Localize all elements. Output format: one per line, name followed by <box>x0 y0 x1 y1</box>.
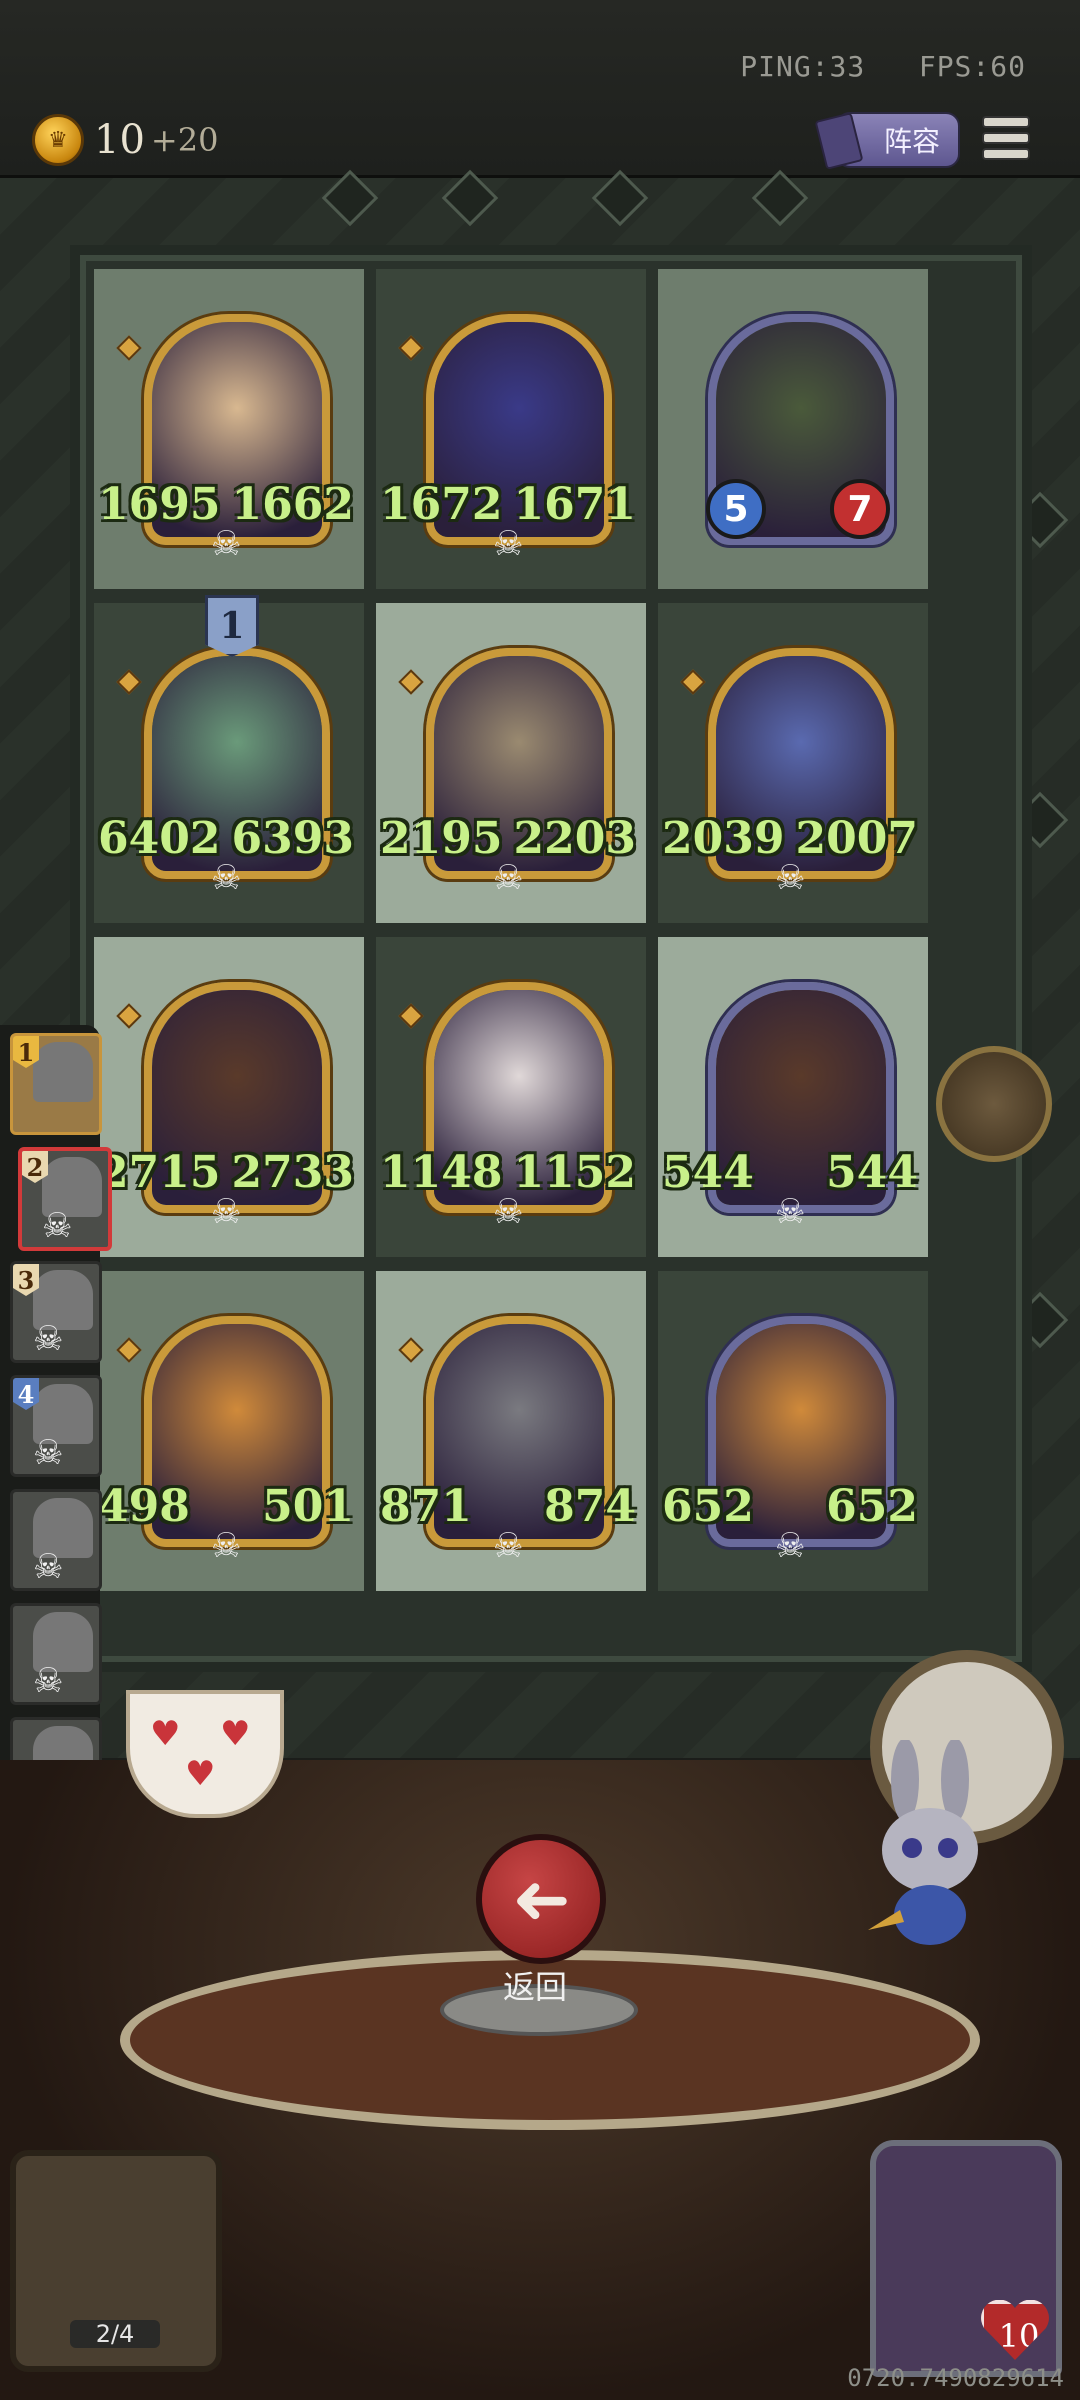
health-stat: 2203 <box>513 813 636 864</box>
board-cell[interactable]: 498 501 ☠ <box>94 1271 364 1591</box>
hero-portrait[interactable] <box>870 2140 1062 2377</box>
board-frame: 1695 1662 ☠ 1672 1671 ☠ 5 7 1 6402 6393 ☠ 2195 2203 ☠ 2… <box>80 255 1022 1662</box>
star-pips-icon <box>398 329 424 367</box>
skull-icon: ☠ <box>775 858 806 898</box>
attack-stat: 1695 <box>98 479 221 530</box>
player-slot[interactable]: ☠ <box>10 1489 102 1591</box>
teacup-icon: ♥ ♥ ♥ <box>126 1690 284 1818</box>
fps-label: FPS:60 <box>918 50 1026 83</box>
health-stat: 1671 <box>513 479 636 530</box>
arrow-left-icon: ➜ <box>511 1858 571 1940</box>
tier-badge: 1 <box>205 595 259 657</box>
coin-count: 10 <box>94 117 145 163</box>
star-pips-icon <box>116 1331 142 1369</box>
skull-icon: ☠ <box>33 1433 64 1473</box>
lineup-label: 阵容 <box>883 125 940 158</box>
board-cell[interactable]: 2039 2007 ☠ <box>658 603 928 923</box>
star-pips-icon <box>116 997 142 1035</box>
back-label: 返回 <box>502 1968 567 2006</box>
heart-icon: ♥ <box>220 1714 251 1754</box>
health-stat: 501 <box>262 1481 354 1532</box>
attack-stat: 2195 <box>380 813 503 864</box>
attack-stat: 2039 <box>662 813 785 864</box>
attack-stat: 498 <box>98 1481 190 1532</box>
skull-icon: ☠ <box>211 858 242 898</box>
bunny-mascot-icon <box>868 1740 978 1945</box>
health-stat: 2733 <box>231 1147 354 1198</box>
skull-icon: ☠ <box>211 1526 242 1566</box>
board-cell[interactable]: 871 874 ☠ <box>376 1271 646 1591</box>
treasure-count: 2/4 <box>70 2320 160 2348</box>
skull-icon: ☠ <box>493 858 524 898</box>
skull-icon: ☠ <box>211 524 242 564</box>
player-avatar <box>33 1042 93 1102</box>
health-stat: 1662 <box>231 479 354 530</box>
star-pips-icon <box>680 663 706 701</box>
board-cell[interactable]: 1695 1662 ☠ <box>94 269 364 589</box>
attack-stat: 6402 <box>98 813 221 864</box>
ping-label: PING:33 <box>740 50 866 83</box>
coin-icon: ♛ <box>32 114 84 166</box>
skull-icon: ☠ <box>493 1192 524 1232</box>
board-cell[interactable]: 544 544 ☠ <box>658 937 928 1257</box>
coin-counter: ♛ 10 +20 <box>32 112 218 168</box>
attack-stat: 544 <box>662 1147 754 1198</box>
attack-stat: 652 <box>662 1481 754 1532</box>
star-pips-icon <box>116 663 142 701</box>
lineup-button[interactable]: 阵容 <box>814 112 960 170</box>
board-cell[interactable]: 1 6402 6393 ☠ <box>94 595 364 923</box>
skull-icon: ☠ <box>775 1192 806 1232</box>
skull-icon: ☠ <box>33 1661 64 1701</box>
skull-icon: ☠ <box>493 1526 524 1566</box>
star-pips-icon <box>398 997 424 1035</box>
attack-stat: 871 <box>380 1481 472 1532</box>
network-status: PING:33 FPS:60 <box>740 50 1026 83</box>
doll-token-icon[interactable] <box>936 1046 1052 1162</box>
board-cell[interactable]: 652 652 ☠ <box>658 1271 928 1591</box>
star-pips-icon <box>398 1331 424 1369</box>
star-pips-icon <box>398 663 424 701</box>
health-stat: 1152 <box>513 1147 636 1198</box>
health-stat: 652 <box>826 1481 918 1532</box>
player-slot[interactable]: 4 ☠ <box>10 1375 102 1477</box>
coin-bonus: +20 <box>150 121 219 159</box>
session-id: 0720.7490829614 <box>847 2364 1064 2392</box>
star-pips-icon <box>116 329 142 367</box>
health-stat: 2007 <box>795 813 918 864</box>
board-cell[interactable]: 2715 2733 ☠ <box>94 937 364 1257</box>
attack-stat: 1148 <box>380 1147 503 1198</box>
board-cell[interactable]: 57 <box>658 269 928 589</box>
health-badge: 7 <box>830 479 890 539</box>
health-stat: 544 <box>826 1147 918 1198</box>
board-cell[interactable]: 2195 2203 ☠ <box>376 603 646 923</box>
player-slot[interactable]: 2 ☠ <box>18 1147 112 1251</box>
heart-icon: ♥ <box>185 1754 216 1794</box>
player-slot[interactable]: 1 <box>10 1033 102 1135</box>
player-slot[interactable]: 3 ☠ <box>10 1261 102 1363</box>
skull-icon: ☠ <box>33 1547 64 1587</box>
heart-icon: ♥ <box>150 1714 181 1754</box>
player-slot[interactable]: ☠ <box>10 1603 102 1705</box>
skull-icon: ☠ <box>211 1192 242 1232</box>
health-stat: 6393 <box>231 813 354 864</box>
board-cell[interactable]: 1148 1152 ☠ <box>376 937 646 1257</box>
attack-badge: 5 <box>706 479 766 539</box>
attack-stat: 2715 <box>98 1147 221 1198</box>
back-button[interactable]: ➜ <box>476 1834 606 1964</box>
skull-icon: ☠ <box>42 1206 73 1246</box>
attack-stat: 1672 <box>380 479 503 530</box>
health-stat: 874 <box>544 1481 636 1532</box>
board-cell[interactable]: 1672 1671 ☠ <box>376 269 646 589</box>
skull-icon: ☠ <box>33 1319 64 1359</box>
hamburger-icon[interactable] <box>982 112 1030 160</box>
skull-icon: ☠ <box>775 1526 806 1566</box>
skull-icon: ☠ <box>493 524 524 564</box>
